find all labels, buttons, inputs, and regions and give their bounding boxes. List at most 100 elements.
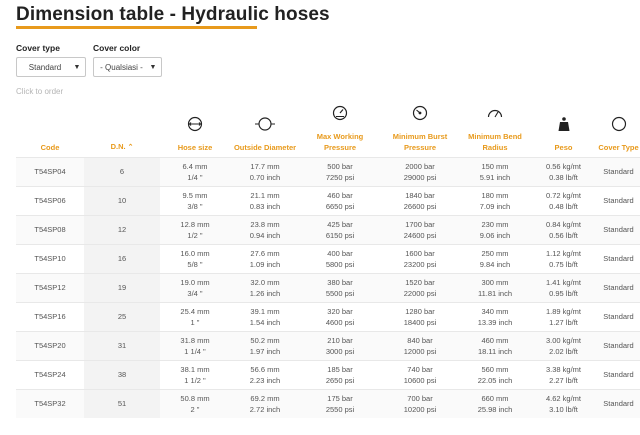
column-header-min-burst-pressure[interactable]: Minimum Burst Pressure xyxy=(380,100,460,157)
cell-outside-diameter: 56.6 mm 2.23 inch xyxy=(230,359,300,389)
cell-cover-type: Standard xyxy=(597,185,640,215)
cell-code: T54SP32 xyxy=(16,388,84,418)
cell-outside-diameter: 39.1 mm 1.54 inch xyxy=(230,301,300,331)
cell-outside-diameter: 21.1 mm 0.83 inch xyxy=(230,185,300,215)
cell-min-burst-pressure: 1840 bar 26600 psi xyxy=(380,185,460,215)
cell-dn: 12 xyxy=(84,214,160,244)
cell-dn: 31 xyxy=(84,330,160,360)
chevron-down-icon: ▼ xyxy=(73,63,81,71)
column-header-outside-diameter[interactable]: Outside Diameter xyxy=(230,100,300,157)
cell-outside-diameter: 23.8 mm 0.94 inch xyxy=(230,214,300,244)
table-row[interactable]: T54SP32 51 50.8 mm 2 " 69.2 mm 2.72 inch 175 b… xyxy=(16,388,640,418)
cell-peso: 1.41 kg/mt 0.95 lb/ft xyxy=(530,272,597,302)
cell-min-burst-pressure: 2000 bar 29000 psi xyxy=(380,156,460,186)
column-header-hose-size[interactable]: Hose size xyxy=(160,100,230,157)
cell-peso: 1.89 kg/mt 1.27 lb/ft xyxy=(530,301,597,331)
column-header-max-working-pressure[interactable]: Max Working Pressure xyxy=(300,100,380,157)
page-title: Dimension table - Hydraulic hoses xyxy=(16,4,330,25)
cell-min-bend-radius: 340 mm 13.39 inch xyxy=(460,301,530,331)
column-header-min-bend-radius[interactable]: Minimum Bend Radius xyxy=(460,100,530,157)
cell-code: T54SP20 xyxy=(16,330,84,360)
cell-dn: 19 xyxy=(84,272,160,302)
cover-type-icon xyxy=(611,116,626,131)
cell-cover-type: Standard xyxy=(597,359,640,389)
cover-type-value: Standard xyxy=(28,62,62,72)
table-row[interactable]: T54SP08 12 12.8 mm 1/2 " 23.8 mm 0.94 inch 425… xyxy=(16,214,640,244)
hose-size-icon xyxy=(187,116,203,131)
cell-min-burst-pressure: 700 bar 10200 psi xyxy=(380,388,460,418)
cell-cover-type: Standard xyxy=(597,214,640,244)
cell-min-bend-radius: 460 mm 18.11 inch xyxy=(460,330,530,360)
cell-cover-type: Standard xyxy=(597,156,640,186)
cell-hose-size: 31.8 mm 1 1/4 " xyxy=(160,330,230,360)
cell-cover-type: Standard xyxy=(597,388,640,418)
cell-min-bend-radius: 660 mm 25.98 inch xyxy=(460,388,530,418)
cell-min-burst-pressure: 740 bar 10600 psi xyxy=(380,359,460,389)
cell-max-working-pressure: 500 bar 7250 psi xyxy=(300,156,380,186)
cell-max-working-pressure: 175 bar 2550 psi xyxy=(300,388,380,418)
cell-dn: 51 xyxy=(84,388,160,418)
column-header-peso[interactable]: Peso xyxy=(530,100,597,157)
cell-max-working-pressure: 400 bar 5800 psi xyxy=(300,243,380,273)
cover-type-select[interactable]: Standard ▼ xyxy=(16,57,86,77)
cell-peso: 0.56 kg/mt 0.38 lb/ft xyxy=(530,156,597,186)
table-row[interactable]: T54SP10 16 16.0 mm 5/8 " 27.6 mm 1.09 inch 400… xyxy=(16,243,640,273)
cell-hose-size: 12.8 mm 1/2 " xyxy=(160,214,230,244)
cell-peso: 3.38 kg/mt 2.27 lb/ft xyxy=(530,359,597,389)
cell-max-working-pressure: 380 bar 5500 psi xyxy=(300,272,380,302)
cell-cover-type: Standard xyxy=(597,243,640,273)
cell-code: T54SP24 xyxy=(16,359,84,389)
cell-max-working-pressure: 210 bar 3000 psi xyxy=(300,330,380,360)
table-row[interactable]: T54SP12 19 19.0 mm 3/4 " 32.0 mm 1.26 inch 380… xyxy=(16,272,640,302)
cell-outside-diameter: 50.2 mm 1.97 inch xyxy=(230,330,300,360)
cell-cover-type: Standard xyxy=(597,301,640,331)
cell-max-working-pressure: 320 bar 4600 psi xyxy=(300,301,380,331)
pressure-gauge-icon xyxy=(332,105,348,120)
cell-peso: 0.72 kg/mt 0.48 lb/ft xyxy=(530,185,597,215)
cell-min-burst-pressure: 840 bar 12000 psi xyxy=(380,330,460,360)
cell-hose-size: 16.0 mm 5/8 " xyxy=(160,243,230,273)
cell-hose-size: 19.0 mm 3/4 " xyxy=(160,272,230,302)
cover-color-label: Cover color xyxy=(93,43,141,53)
click-to-order-hint: Click to order xyxy=(16,87,64,96)
cell-cover-type: Standard xyxy=(597,272,640,302)
cover-color-value: - Qualsiasi - xyxy=(100,62,143,72)
cell-dn: 16 xyxy=(84,243,160,273)
cell-cover-type: Standard xyxy=(597,330,640,360)
column-header-code[interactable]: Code xyxy=(16,100,84,157)
column-header-dn[interactable]: D.N. ⌃ xyxy=(84,100,160,157)
cell-peso: 3.00 kg/mt 2.02 lb/ft xyxy=(530,330,597,360)
table-header-row: Code D.N. ⌃ Hose size Outside Diameter M… xyxy=(16,100,640,157)
table-row[interactable]: T54SP06 10 9.5 mm 3/8 " 21.1 mm 0.83 inch 460 … xyxy=(16,185,640,215)
table-row[interactable]: T54SP04 6 6.4 mm 1/4 " 17.7 mm 0.70 inch 500 b… xyxy=(16,156,640,186)
cell-hose-size: 50.8 mm 2 " xyxy=(160,388,230,418)
cell-min-burst-pressure: 1700 bar 24600 psi xyxy=(380,214,460,244)
cell-code: T54SP08 xyxy=(16,214,84,244)
cell-min-burst-pressure: 1600 bar 23200 psi xyxy=(380,243,460,273)
cover-color-select[interactable]: - Qualsiasi - ▼ xyxy=(93,57,162,77)
cell-code: T54SP16 xyxy=(16,301,84,331)
bend-radius-icon xyxy=(487,109,503,117)
cell-min-bend-radius: 150 mm 5.91 inch xyxy=(460,156,530,186)
cell-code: T54SP12 xyxy=(16,272,84,302)
table-row[interactable]: T54SP16 25 25.4 mm 1 " 39.1 mm 1.54 inch 320 b… xyxy=(16,301,640,331)
cell-outside-diameter: 69.2 mm 2.72 inch xyxy=(230,388,300,418)
cell-hose-size: 9.5 mm 3/8 " xyxy=(160,185,230,215)
cell-hose-size: 38.1 mm 1 1/2 " xyxy=(160,359,230,389)
chevron-down-icon: ▼ xyxy=(149,63,157,71)
cell-hose-size: 25.4 mm 1 " xyxy=(160,301,230,331)
cell-dn: 38 xyxy=(84,359,160,389)
cell-dn: 25 xyxy=(84,301,160,331)
column-header-cover-type[interactable]: Cover Type xyxy=(597,100,640,157)
cell-max-working-pressure: 425 bar 6150 psi xyxy=(300,214,380,244)
table-row[interactable]: T54SP24 38 38.1 mm 1 1/2 " 56.6 mm 2.23 inch 1… xyxy=(16,359,640,389)
cell-max-working-pressure: 185 bar 2650 psi xyxy=(300,359,380,389)
sort-ascending-icon: ⌃ xyxy=(127,143,134,151)
cell-peso: 0.84 kg/mt 0.56 lb/ft xyxy=(530,214,597,244)
cell-code: T54SP06 xyxy=(16,185,84,215)
cell-peso: 4.62 kg/mt 3.10 lb/ft xyxy=(530,388,597,418)
cell-min-bend-radius: 230 mm 9.06 inch xyxy=(460,214,530,244)
cell-min-burst-pressure: 1280 bar 18400 psi xyxy=(380,301,460,331)
table-row[interactable]: T54SP20 31 31.8 mm 1 1/4 " 50.2 mm 1.97 inch 2… xyxy=(16,330,640,360)
cell-code: T54SP04 xyxy=(16,156,84,186)
